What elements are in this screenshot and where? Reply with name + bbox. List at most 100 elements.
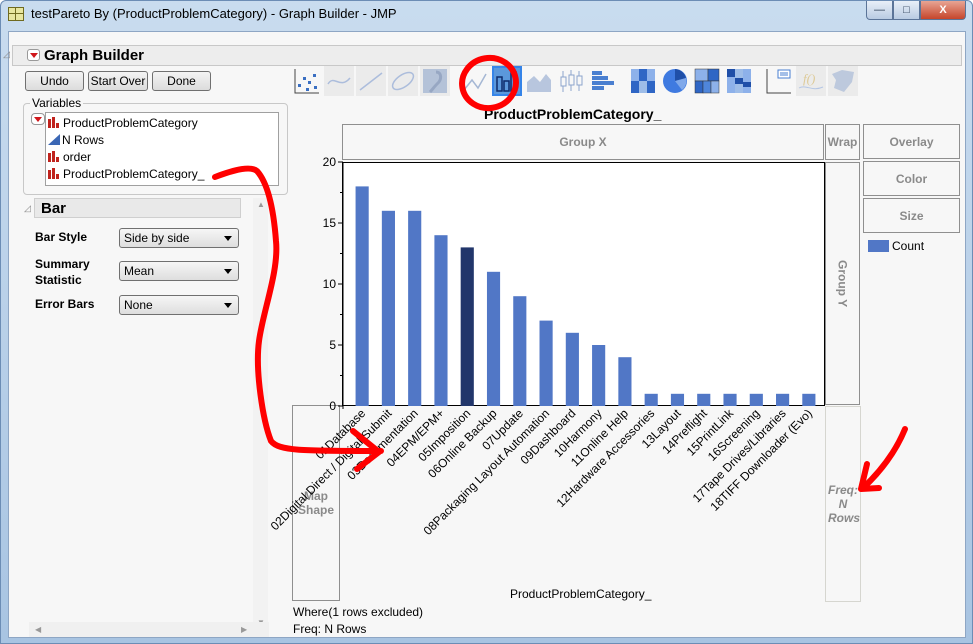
line-chart-icon: [463, 73, 487, 91]
bar-style-select[interactable]: Side by side: [119, 228, 239, 248]
variable-name: order: [63, 149, 92, 164]
bar-panel-title: Bar: [41, 200, 67, 217]
jmp-table-icon: [8, 7, 24, 21]
bar[interactable]: [355, 186, 369, 406]
summary-statistic-value: Mean: [124, 264, 155, 278]
heatmap-element-button[interactable]: [628, 66, 658, 96]
y-tick-label: 0: [329, 399, 336, 413]
heatmap-icon: [631, 69, 655, 93]
line-of-fit-element-button[interactable]: [356, 66, 386, 96]
legend: Count: [868, 239, 924, 253]
map-shapes-element-button[interactable]: [828, 66, 858, 96]
bar[interactable]: [486, 271, 501, 406]
wrap-label: Wrap: [827, 135, 858, 149]
ellipse-element-button[interactable]: [388, 66, 418, 96]
treemap-icon: [694, 68, 720, 94]
caption-box-icon: [766, 69, 791, 94]
variable-item[interactable]: ProductProblemCategory_: [48, 165, 204, 182]
variable-item[interactable]: N Rows: [48, 131, 104, 148]
graph-title: ProductProblemCategory_: [484, 106, 662, 122]
bar[interactable]: [381, 210, 395, 406]
histogram-element-button[interactable]: [588, 66, 618, 96]
close-icon: X: [939, 4, 947, 16]
mosaic-element-button[interactable]: [724, 66, 754, 96]
smoother-element-button[interactable]: [324, 66, 354, 96]
bar-element-button[interactable]: [492, 66, 522, 96]
y-tick-label: 10: [323, 277, 337, 291]
summary-statistic-select[interactable]: Mean: [119, 261, 239, 281]
left-panel-vertical-scrollbar[interactable]: ▲ ▼: [253, 198, 268, 633]
done-button[interactable]: Done: [152, 71, 211, 91]
bar-disclosure-icon[interactable]: ◿: [24, 203, 31, 214]
bar[interactable]: [618, 357, 632, 406]
bar-chart: 0510152001Database02Digital Direct / Dig…: [268, 155, 816, 538]
scroll-left-icon[interactable]: ◀: [35, 625, 41, 634]
outline-disclosure-icon[interactable]: ◿: [3, 49, 10, 60]
error-bars-select[interactable]: None: [119, 295, 239, 315]
minimize-button[interactable]: —: [866, 1, 893, 20]
nominal-icon: [48, 168, 60, 179]
line-element-button[interactable]: [460, 66, 490, 96]
caption-box-element-button[interactable]: [764, 66, 794, 96]
pie-element-button[interactable]: [660, 66, 690, 96]
bar[interactable]: [723, 393, 737, 406]
bar[interactable]: [670, 393, 685, 406]
left-panel-horizontal-scrollbar[interactable]: ◀ ▶: [29, 622, 269, 637]
bar[interactable]: [697, 393, 711, 406]
color-drop-zone[interactable]: Color: [863, 161, 960, 196]
graph-builder-title: Graph Builder: [44, 47, 145, 64]
bar[interactable]: [749, 393, 763, 406]
maximize-icon: □: [903, 4, 910, 16]
undo-button[interactable]: Undo: [25, 71, 84, 91]
close-button[interactable]: X: [920, 1, 966, 20]
bar[interactable]: [408, 210, 422, 406]
bar[interactable]: [565, 332, 579, 406]
freq-footnote: Freq: N Rows: [293, 622, 367, 636]
y-tick-label: 5: [329, 338, 336, 352]
variable-item[interactable]: order: [48, 148, 91, 165]
window-title: testPareto By (ProductProblemCategory) -…: [31, 6, 397, 21]
color-label: Color: [895, 171, 928, 186]
smoother-icon: [327, 77, 351, 85]
group-x-label: Group X: [559, 135, 607, 149]
summary-statistic-label: Summary Statistic: [35, 257, 90, 287]
nominal-icon: [48, 151, 60, 162]
variables-list[interactable]: ProductProblemCategory N Rows order Prod…: [45, 112, 279, 186]
treemap-element-button[interactable]: [692, 66, 722, 96]
bar[interactable]: [644, 393, 658, 406]
scroll-up-icon[interactable]: ▲: [257, 200, 265, 209]
continuous-icon: [48, 134, 60, 145]
bar[interactable]: [592, 345, 606, 406]
mosaic-icon: [727, 69, 751, 93]
red-triangle-menu-icon[interactable]: [27, 49, 40, 61]
y-tick-label: 20: [323, 155, 337, 169]
size-drop-zone[interactable]: Size: [863, 198, 960, 233]
points-element-button[interactable]: [292, 66, 322, 96]
y-tick-label: 15: [323, 216, 337, 230]
bar[interactable]: [460, 247, 474, 406]
start-over-button[interactable]: Start Over: [88, 71, 148, 91]
error-bars-label: Error Bars: [35, 297, 95, 311]
formula-element-button[interactable]: f(): [796, 66, 826, 96]
chevron-down-icon: [224, 236, 232, 241]
area-chart-icon: [527, 74, 551, 92]
variables-menu-icon[interactable]: [31, 113, 45, 125]
bar[interactable]: [434, 235, 448, 406]
bar[interactable]: [513, 296, 527, 406]
scroll-right-icon[interactable]: ▶: [241, 625, 247, 634]
contour-icon: [423, 69, 447, 94]
overlay-drop-zone[interactable]: Overlay: [863, 124, 960, 159]
legend-swatch-count: [868, 240, 889, 252]
bar[interactable]: [776, 393, 790, 406]
svg-text:f(): f(): [803, 71, 815, 86]
box-plot-element-button[interactable]: [556, 66, 586, 96]
x-tick-label: 02Digital Direct / Digital Submit: [268, 406, 395, 533]
contour-element-button[interactable]: [420, 66, 450, 96]
area-element-button[interactable]: [524, 66, 554, 96]
chevron-down-icon: [224, 269, 232, 274]
bar[interactable]: [539, 320, 553, 406]
bar[interactable]: [802, 393, 816, 406]
variable-item[interactable]: ProductProblemCategory: [48, 114, 198, 131]
maximize-button[interactable]: □: [893, 1, 920, 20]
nominal-icon: [48, 117, 60, 128]
